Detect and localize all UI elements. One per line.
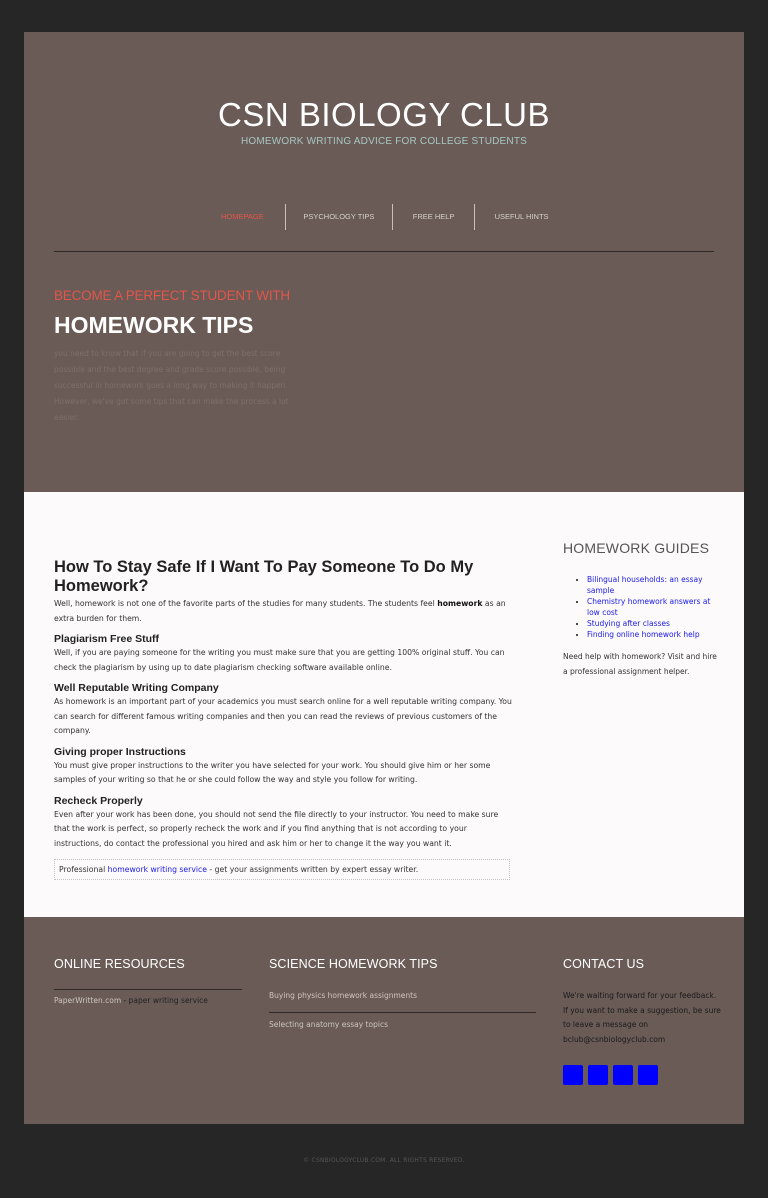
site-tagline: HOMEWORK WRITING ADVICE FOR COLLEGE STUD… xyxy=(240,136,528,147)
section-text: As homework is an important part of your… xyxy=(54,697,512,735)
nav-item-psychology-tips[interactable]: PSYCHOLOGY TIPS xyxy=(286,204,393,230)
hero-heading: HOMEWORK TIPS xyxy=(54,312,254,338)
hero-kicker: BECOME A PERFECT STUDENT WITH xyxy=(54,288,290,303)
footer: ONLINE RESOURCES PaperWritten.com - pape… xyxy=(24,917,744,1124)
section-heading: Giving proper Instructions xyxy=(54,745,186,758)
nav-item-useful-hints[interactable]: USEFUL HINTS xyxy=(475,204,568,230)
article-title: How To Stay Safe If I Want To Pay Someon… xyxy=(54,558,474,595)
copyright: © CSNBIOLOGYCLUB.COM. ALL RIGHTS RESERVE… xyxy=(303,1157,465,1164)
promo-box: Professional homework writing service - … xyxy=(54,859,510,880)
article: How To Stay Safe If I Want To Pay Someon… xyxy=(54,558,514,880)
guide-link-studying[interactable]: Studying after classes xyxy=(587,619,670,628)
list-item: Bilingual households: an essay sample xyxy=(587,574,723,596)
social-icon[interactable] xyxy=(613,1065,633,1085)
list-item: Studying after classes xyxy=(587,618,723,629)
main-content: How To Stay Safe If I Want To Pay Someon… xyxy=(24,492,744,917)
paperwritten-link[interactable]: PaperWritten.com xyxy=(54,996,121,1005)
tips-title: SCIENCE HOMEWORK TIPS xyxy=(269,957,438,971)
tip-link-physics[interactable]: Buying physics homework assignments xyxy=(269,991,417,1000)
contact-title: CONTACT US xyxy=(563,957,645,971)
nav-item-homepage[interactable]: HOMEPAGE xyxy=(200,204,286,230)
resources-title: ONLINE RESOURCES xyxy=(54,957,185,971)
guide-link-online-help[interactable]: Finding online homework help xyxy=(587,630,700,639)
homework-writing-service-link[interactable]: homework writing service xyxy=(108,865,207,874)
article-intro: Well, homework is not one of the favorit… xyxy=(54,597,514,626)
guide-link-chemistry[interactable]: Chemistry homework answers at low cost xyxy=(587,597,710,617)
site-title[interactable]: CSN BIOLOGY CLUB xyxy=(24,96,744,134)
nav-item-free-help[interactable]: FREE HELP xyxy=(393,204,476,230)
social-links xyxy=(563,1065,663,1085)
article-intro-text: Well, homework is not one of the favorit… xyxy=(54,599,438,608)
social-icon[interactable] xyxy=(638,1065,658,1085)
promo-text: Professional xyxy=(59,865,108,874)
section-heading: Plagiarism Free Stuff xyxy=(54,633,160,645)
sidebar-note: Need help with homework? Visit and hire … xyxy=(563,652,717,676)
hero-body: you need to know that if you are going t… xyxy=(54,349,289,422)
social-icon[interactable] xyxy=(563,1065,583,1085)
hero-divider xyxy=(54,251,714,252)
sidebar: HOMEWORK GUIDES Bilingual households: an… xyxy=(563,540,723,679)
hero-section: CSN BIOLOGY CLUB HOMEWORK WRITING ADVICE… xyxy=(24,32,744,492)
section-text: Even after your work has been done, you … xyxy=(54,809,499,848)
promo-text-end: - get your assignments written by expert… xyxy=(206,865,419,874)
guide-list: Bilingual households: an essay sample Ch… xyxy=(563,574,723,640)
list-item: Finding online homework help xyxy=(587,629,723,640)
resource-description: - paper writing service xyxy=(121,996,208,1005)
sidebar-title: HOMEWORK GUIDES xyxy=(563,540,710,556)
tip-link-anatomy[interactable]: Selecting anatomy essay topics xyxy=(269,1020,388,1029)
contact-text: We're waiting forward for your feedback.… xyxy=(563,991,721,1044)
social-icon[interactable] xyxy=(588,1065,608,1085)
section-text: You must give proper instructions to the… xyxy=(54,760,491,785)
guide-link-bilingual[interactable]: Bilingual households: an essay sample xyxy=(587,575,703,595)
resources-divider xyxy=(54,989,242,990)
resource-item: PaperWritten.com - paper writing service xyxy=(54,996,208,1005)
list-item: Chemistry homework answers at low cost xyxy=(587,596,723,618)
section-text: Well, if you are paying someone for the … xyxy=(54,648,505,672)
article-intro-bold: homework xyxy=(437,599,483,608)
section-heading: Recheck Properly xyxy=(54,794,143,807)
main-nav: HOMEPAGE PSYCHOLOGY TIPS FREE HELP USEFU… xyxy=(200,204,568,230)
page-frame: CSN BIOLOGY CLUB HOMEWORK WRITING ADVICE… xyxy=(24,32,744,1124)
section-heading: Well Reputable Writing Company xyxy=(54,682,219,694)
tips-divider xyxy=(269,1012,536,1013)
